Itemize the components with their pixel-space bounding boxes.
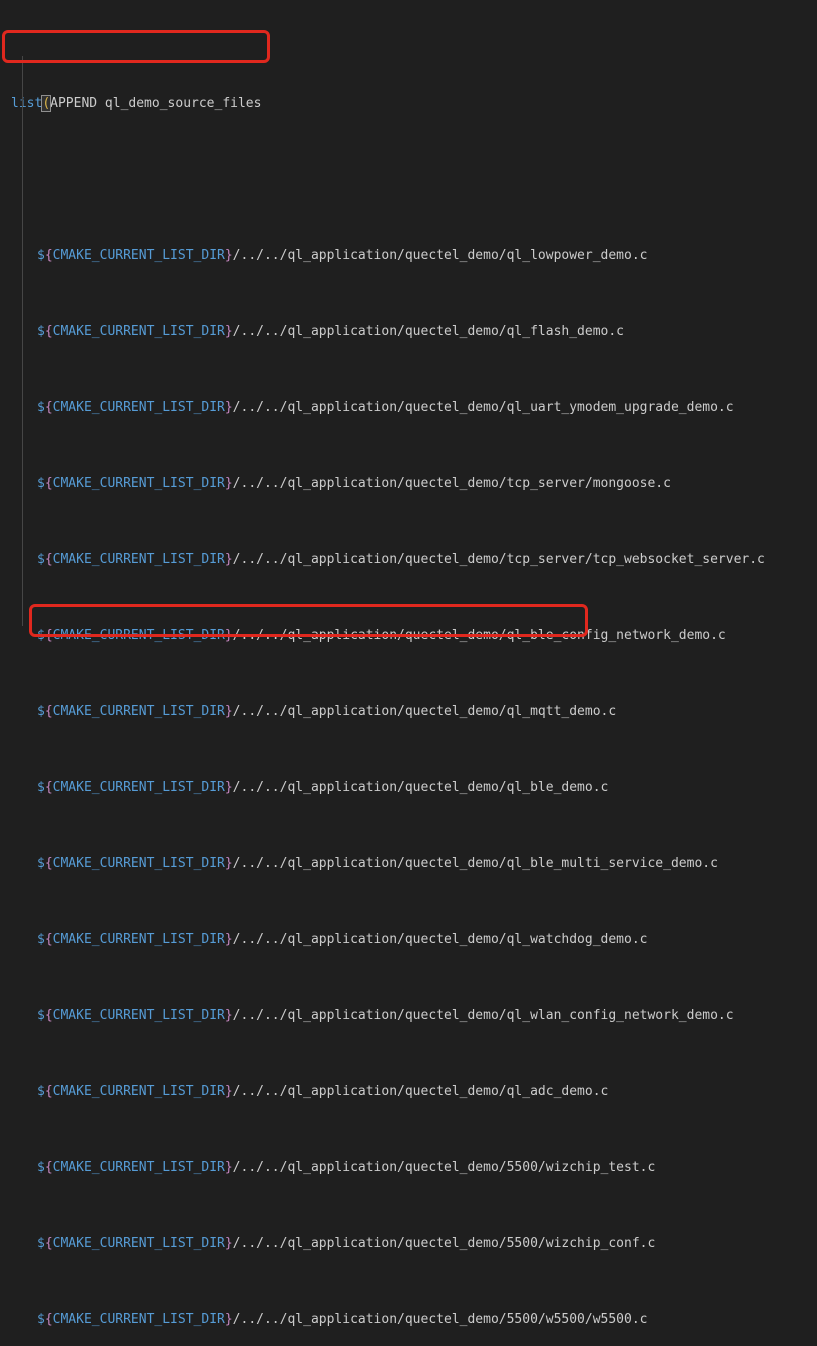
variable-name: CMAKE_CURRENT_LIST_DIR bbox=[53, 552, 225, 567]
dollar-sign: $ bbox=[37, 324, 45, 339]
close-brace: } bbox=[225, 1160, 233, 1175]
dollar-sign: $ bbox=[37, 932, 45, 947]
dollar-sign: $ bbox=[37, 704, 45, 719]
source-file-line[interactable]: ${CMAKE_CURRENT_LIST_DIR}/../../ql_appli… bbox=[11, 322, 765, 341]
close-brace: } bbox=[225, 1084, 233, 1099]
open-brace: { bbox=[45, 1160, 53, 1175]
file-path: /../../ql_application/quectel_demo/ql_lo… bbox=[233, 248, 648, 263]
open-brace: { bbox=[45, 552, 53, 567]
open-brace: { bbox=[45, 1008, 53, 1023]
dollar-sign: $ bbox=[37, 1084, 45, 1099]
file-path: /../../ql_application/quectel_demo/ql_wl… bbox=[233, 1008, 734, 1023]
variable-name: CMAKE_CURRENT_LIST_DIR bbox=[53, 324, 225, 339]
open-brace: { bbox=[45, 248, 53, 263]
variable-name: CMAKE_CURRENT_LIST_DIR bbox=[53, 1236, 225, 1251]
source-file-line[interactable]: ${CMAKE_CURRENT_LIST_DIR}/../../ql_appli… bbox=[11, 246, 765, 265]
source-file-line[interactable]: ${CMAKE_CURRENT_LIST_DIR}/../../ql_appli… bbox=[11, 702, 765, 721]
variable-name: CMAKE_CURRENT_LIST_DIR bbox=[53, 932, 225, 947]
variable-name: CMAKE_CURRENT_LIST_DIR bbox=[53, 1084, 225, 1099]
close-brace: } bbox=[225, 324, 233, 339]
source-file-line[interactable]: ${CMAKE_CURRENT_LIST_DIR}/../../ql_appli… bbox=[11, 1158, 765, 1177]
variable-name: CMAKE_CURRENT_LIST_DIR bbox=[53, 476, 225, 491]
dollar-sign: $ bbox=[37, 400, 45, 415]
file-path: /../../ql_application/quectel_demo/ql_ad… bbox=[233, 1084, 609, 1099]
close-brace: } bbox=[225, 248, 233, 263]
close-brace: } bbox=[225, 704, 233, 719]
dollar-sign: $ bbox=[37, 248, 45, 263]
file-path: /../../ql_application/quectel_demo/ql_wa… bbox=[233, 932, 648, 947]
dollar-sign: $ bbox=[37, 1008, 45, 1023]
close-brace: } bbox=[225, 552, 233, 567]
open-brace: { bbox=[45, 704, 53, 719]
file-path: /../../ql_application/quectel_demo/5500/… bbox=[233, 1160, 656, 1175]
list-arguments: APPEND ql_demo_source_files bbox=[50, 96, 261, 111]
variable-name: CMAKE_CURRENT_LIST_DIR bbox=[53, 248, 225, 263]
close-brace: } bbox=[225, 400, 233, 415]
file-path: /../../ql_application/quectel_demo/ql_bl… bbox=[233, 856, 718, 871]
source-file-line[interactable]: ${CMAKE_CURRENT_LIST_DIR}/../../ql_appli… bbox=[11, 1234, 765, 1253]
variable-name: CMAKE_CURRENT_LIST_DIR bbox=[53, 1160, 225, 1175]
source-file-line[interactable]: ${CMAKE_CURRENT_LIST_DIR}/../../ql_appli… bbox=[11, 474, 765, 493]
open-brace: { bbox=[45, 1084, 53, 1099]
close-brace: } bbox=[225, 628, 233, 643]
source-file-line[interactable]: ${CMAKE_CURRENT_LIST_DIR}/../../ql_appli… bbox=[11, 854, 765, 873]
file-path: /../../ql_application/quectel_demo/5500/… bbox=[233, 1312, 648, 1327]
open-brace: { bbox=[45, 400, 53, 415]
dollar-sign: $ bbox=[37, 856, 45, 871]
close-brace: } bbox=[225, 476, 233, 491]
open-brace: { bbox=[45, 476, 53, 491]
source-file-list: ${CMAKE_CURRENT_LIST_DIR}/../../ql_appli… bbox=[11, 170, 765, 1346]
dollar-sign: $ bbox=[37, 1236, 45, 1251]
list-command: list bbox=[11, 96, 42, 111]
source-file-line[interactable]: ${CMAKE_CURRENT_LIST_DIR}/../../ql_appli… bbox=[11, 626, 765, 645]
dollar-sign: $ bbox=[37, 1312, 45, 1327]
open-brace: { bbox=[45, 324, 53, 339]
list-command-line[interactable]: list(APPEND ql_demo_source_files bbox=[11, 94, 765, 113]
variable-name: CMAKE_CURRENT_LIST_DIR bbox=[53, 780, 225, 795]
indent-guide bbox=[22, 56, 23, 626]
variable-name: CMAKE_CURRENT_LIST_DIR bbox=[53, 400, 225, 415]
variable-name: CMAKE_CURRENT_LIST_DIR bbox=[53, 1008, 225, 1023]
dollar-sign: $ bbox=[37, 1160, 45, 1175]
variable-name: CMAKE_CURRENT_LIST_DIR bbox=[53, 704, 225, 719]
dollar-sign: $ bbox=[37, 628, 45, 643]
dollar-sign: $ bbox=[37, 552, 45, 567]
source-file-line[interactable]: ${CMAKE_CURRENT_LIST_DIR}/../../ql_appli… bbox=[11, 550, 765, 569]
file-path: /../../ql_application/quectel_demo/ql_fl… bbox=[233, 324, 624, 339]
source-file-line[interactable]: ${CMAKE_CURRENT_LIST_DIR}/../../ql_appli… bbox=[11, 1310, 765, 1329]
file-path: /../../ql_application/quectel_demo/5500/… bbox=[233, 1236, 656, 1251]
dollar-sign: $ bbox=[37, 780, 45, 795]
file-path: /../../ql_application/quectel_demo/tcp_s… bbox=[233, 476, 671, 491]
dollar-sign: $ bbox=[37, 476, 45, 491]
source-file-line[interactable]: ${CMAKE_CURRENT_LIST_DIR}/../../ql_appli… bbox=[11, 930, 765, 949]
open-brace: { bbox=[45, 856, 53, 871]
close-brace: } bbox=[225, 1312, 233, 1327]
variable-name: CMAKE_CURRENT_LIST_DIR bbox=[53, 856, 225, 871]
variable-name: CMAKE_CURRENT_LIST_DIR bbox=[53, 1312, 225, 1327]
open-brace: { bbox=[45, 1236, 53, 1251]
close-brace: } bbox=[225, 780, 233, 795]
close-brace: } bbox=[225, 856, 233, 871]
open-paren: ( bbox=[42, 96, 50, 111]
file-path: /../../ql_application/quectel_demo/ql_bl… bbox=[233, 780, 609, 795]
close-brace: } bbox=[225, 1236, 233, 1251]
open-brace: { bbox=[45, 1312, 53, 1327]
variable-name: CMAKE_CURRENT_LIST_DIR bbox=[53, 628, 225, 643]
file-path: /../../ql_application/quectel_demo/ql_ua… bbox=[233, 400, 734, 415]
source-file-line[interactable]: ${CMAKE_CURRENT_LIST_DIR}/../../ql_appli… bbox=[11, 778, 765, 797]
source-file-line[interactable]: ${CMAKE_CURRENT_LIST_DIR}/../../ql_appli… bbox=[11, 1006, 765, 1025]
open-brace: { bbox=[45, 628, 53, 643]
file-path: /../../ql_application/quectel_demo/tcp_s… bbox=[233, 552, 765, 567]
source-file-line[interactable]: ${CMAKE_CURRENT_LIST_DIR}/../../ql_appli… bbox=[11, 398, 765, 417]
open-brace: { bbox=[45, 932, 53, 947]
source-file-line[interactable]: ${CMAKE_CURRENT_LIST_DIR}/../../ql_appli… bbox=[11, 1082, 765, 1101]
close-brace: } bbox=[225, 1008, 233, 1023]
code-editor[interactable]: list(APPEND ql_demo_source_files ${CMAKE… bbox=[11, 37, 765, 1346]
close-brace: } bbox=[225, 932, 233, 947]
file-path: /../../ql_application/quectel_demo/ql_bl… bbox=[233, 628, 726, 643]
open-brace: { bbox=[45, 780, 53, 795]
file-path: /../../ql_application/quectel_demo/ql_mq… bbox=[233, 704, 617, 719]
